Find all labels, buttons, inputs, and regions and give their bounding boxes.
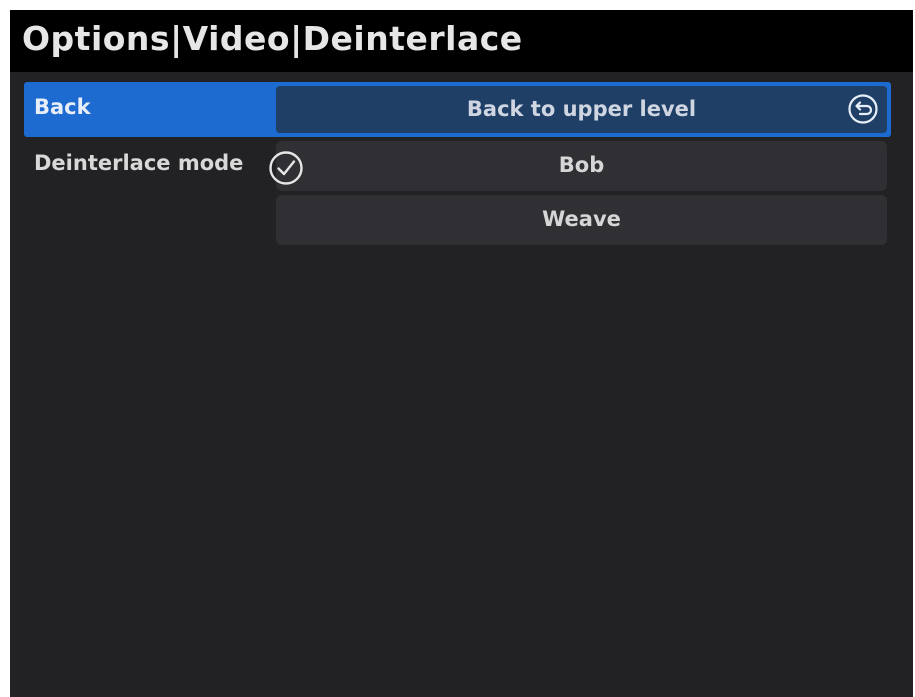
option-bob-label: Bob [558, 153, 605, 177]
back-to-upper-level-label: Back to upper level [466, 97, 697, 121]
option-bob[interactable]: Bob [276, 141, 887, 191]
menu-item-back[interactable]: Back Back to upper level [24, 82, 891, 137]
menu-item-deinterlace-mode: Deinterlace mode Bob [24, 141, 891, 193]
checkmark-circle-icon [269, 151, 303, 185]
deinterlace-mode-label: Deinterlace mode [34, 151, 244, 175]
title-bar: Options|Video|Deinterlace [10, 10, 913, 72]
screen: Options|Video|Deinterlace Back Back to u… [10, 10, 913, 697]
page-title: Options|Video|Deinterlace [22, 19, 523, 58]
back-to-upper-level-button[interactable]: Back to upper level [276, 86, 887, 133]
option-weave-label: Weave [542, 207, 621, 231]
option-weave[interactable]: Weave [276, 195, 887, 245]
back-arrow-icon [848, 94, 878, 124]
back-label: Back [34, 95, 91, 119]
menu-item-weave: Weave [24, 195, 891, 247]
